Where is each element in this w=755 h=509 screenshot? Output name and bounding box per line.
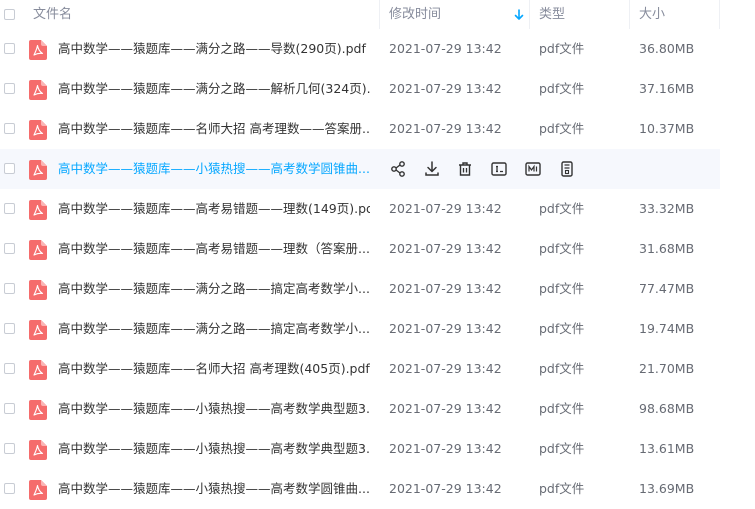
copy-icon[interactable] [558,160,576,178]
select-all-checkbox[interactable] [4,9,15,20]
file-name[interactable]: 高中数学——猿题库——小猿热搜——高考数学典型题3... [58,389,370,429]
file-modified-time: 2021-07-29 13:42 [389,281,502,296]
pdf-file-icon [29,360,47,380]
file-name[interactable]: 高中数学——猿题库——高考易错题——理数(149页).pdf [58,189,370,229]
file-type: pdf文件 [539,81,585,96]
pdf-file-icon [29,80,47,100]
file-type: pdf文件 [539,401,585,416]
pdf-file-icon [29,280,47,300]
column-divider[interactable] [529,0,530,29]
row-checkbox[interactable] [4,163,15,174]
file-type: pdf文件 [539,201,585,216]
column-header-modified[interactable]: 修改时间 [389,0,441,29]
pdf-file-icon [29,400,47,420]
file-type: pdf文件 [539,321,585,336]
file-size: 37.16MB [639,81,695,96]
pdf-file-icon [29,480,47,500]
file-row[interactable]: 高中数学——猿题库——满分之路——导数(290页).pdf 2021-07-29… [0,29,720,69]
row-checkbox[interactable] [4,43,15,54]
column-divider[interactable] [629,0,630,29]
file-type: pdf文件 [539,281,585,296]
file-row[interactable]: 高中数学——猿题库——高考易错题——理数(149页).pdf 2021-07-2… [0,189,720,229]
download-icon[interactable] [423,160,441,178]
file-row[interactable]: 高中数学——猿题库——名师大招 高考理数——答案册... 2021-07-29 … [0,109,720,149]
file-name[interactable]: 高中数学——猿题库——名师大招 高考理数——答案册... [58,109,370,149]
file-row[interactable]: 高中数学——猿题库——高考易错题——理数（答案册... 2021-07-29 1… [0,229,720,269]
file-size: 19.74MB [639,321,695,336]
file-name[interactable]: 高中数学——猿题库——名师大招 高考理数(405页).pdf [58,349,370,389]
file-modified-time: 2021-07-29 13:42 [389,41,502,56]
column-header-type[interactable]: 类型 [539,0,565,29]
pdf-file-icon [29,200,47,220]
rename-icon[interactable] [490,160,508,178]
file-row[interactable]: 高中数学——猿题库——满分之路——解析几何(324页).... 2021-07-… [0,69,720,109]
file-list-header: 文件名 修改时间 类型 大小 [0,0,755,29]
file-modified-time: 2021-07-29 13:42 [389,441,502,456]
file-modified-time: 2021-07-29 13:42 [389,81,502,96]
file-row[interactable]: 高中数学——猿题库——名师大招 高考理数(405页).pdf 2021-07-2… [0,349,720,389]
file-modified-time: 2021-07-29 13:42 [389,401,502,416]
pdf-file-icon [29,40,47,60]
row-checkbox[interactable] [4,363,15,374]
file-size: 10.37MB [639,121,695,136]
pdf-file-icon [29,440,47,460]
row-checkbox[interactable] [4,83,15,94]
pdf-file-icon [29,320,47,340]
file-modified-time: 2021-07-29 13:42 [389,201,502,216]
file-type: pdf文件 [539,241,585,256]
file-size: 98.68MB [639,401,695,416]
file-size: 77.47MB [639,281,695,296]
sort-down-arrow-icon[interactable] [514,9,524,21]
row-checkbox[interactable] [4,243,15,254]
file-size: 21.70MB [639,361,695,376]
column-header-name[interactable]: 文件名 [33,0,72,29]
file-size: 13.69MB [639,481,695,496]
file-row[interactable]: 高中数学——猿题库——小猿热搜——高考数学典型题3... 2021-07-29 … [0,389,720,429]
file-name[interactable]: 高中数学——猿题库——高考易错题——理数（答案册... [58,229,370,269]
file-type: pdf文件 [539,41,585,56]
file-type: pdf文件 [539,481,585,496]
file-type: pdf文件 [539,361,585,376]
file-size: 13.61MB [639,441,695,456]
file-row[interactable]: 高中数学——猿题库——满分之路——搞定高考数学小... 2021-07-29 1… [0,269,720,309]
row-checkbox[interactable] [4,283,15,294]
row-checkbox[interactable] [4,123,15,134]
column-divider[interactable] [379,0,380,29]
delete-icon[interactable] [456,160,474,178]
file-name[interactable]: 高中数学——猿题库——满分之路——导数(290页).pdf [58,29,370,69]
move-icon[interactable] [524,160,542,178]
file-modified-time: 2021-07-29 13:42 [389,361,502,376]
column-header-size[interactable]: 大小 [639,0,665,29]
file-name[interactable]: 高中数学——猿题库——满分之路——搞定高考数学小... [58,309,370,349]
pdf-file-icon [29,120,47,140]
share-icon[interactable] [389,160,407,178]
pdf-file-icon [29,160,47,180]
file-size: 33.32MB [639,201,695,216]
file-size: 36.80MB [639,41,695,56]
row-checkbox[interactable] [4,403,15,414]
file-modified-time: 2021-07-29 13:42 [389,321,502,336]
file-row[interactable]: 高中数学——猿题库——满分之路——搞定高考数学小... 2021-07-29 1… [0,309,720,349]
file-modified-time: 2021-07-29 13:42 [389,121,502,136]
file-name[interactable]: 高中数学——猿题库——小猿热搜——高考数学典型题3... [58,429,370,469]
file-modified-time: 2021-07-29 13:42 [389,481,502,496]
file-name[interactable]: 高中数学——猿题库——小猿热搜——高考数学圆锥曲... [58,469,370,509]
file-name[interactable]: 高中数学——猿题库——满分之路——解析几何(324页).... [58,69,370,109]
row-checkbox[interactable] [4,483,15,494]
file-modified-time: 2021-07-29 13:42 [389,241,502,256]
file-name[interactable]: 高中数学——猿题库——小猿热搜——高考数学圆锥曲... [58,149,370,189]
file-type: pdf文件 [539,121,585,136]
file-row[interactable]: 高中数学——猿题库——小猿热搜——高考数学圆锥曲... 2021-07-29 1… [0,469,720,509]
file-name[interactable]: 高中数学——猿题库——满分之路——搞定高考数学小... [58,269,370,309]
file-row[interactable]: 高中数学——猿题库——小猿热搜——高考数学圆锥曲... [0,149,720,189]
row-checkbox[interactable] [4,443,15,454]
file-row[interactable]: 高中数学——猿题库——小猿热搜——高考数学典型题3... 2021-07-29 … [0,429,720,469]
row-checkbox[interactable] [4,323,15,334]
row-checkbox[interactable] [4,203,15,214]
file-size: 31.68MB [639,241,695,256]
column-divider[interactable] [719,0,720,29]
pdf-file-icon [29,240,47,260]
file-type: pdf文件 [539,441,585,456]
